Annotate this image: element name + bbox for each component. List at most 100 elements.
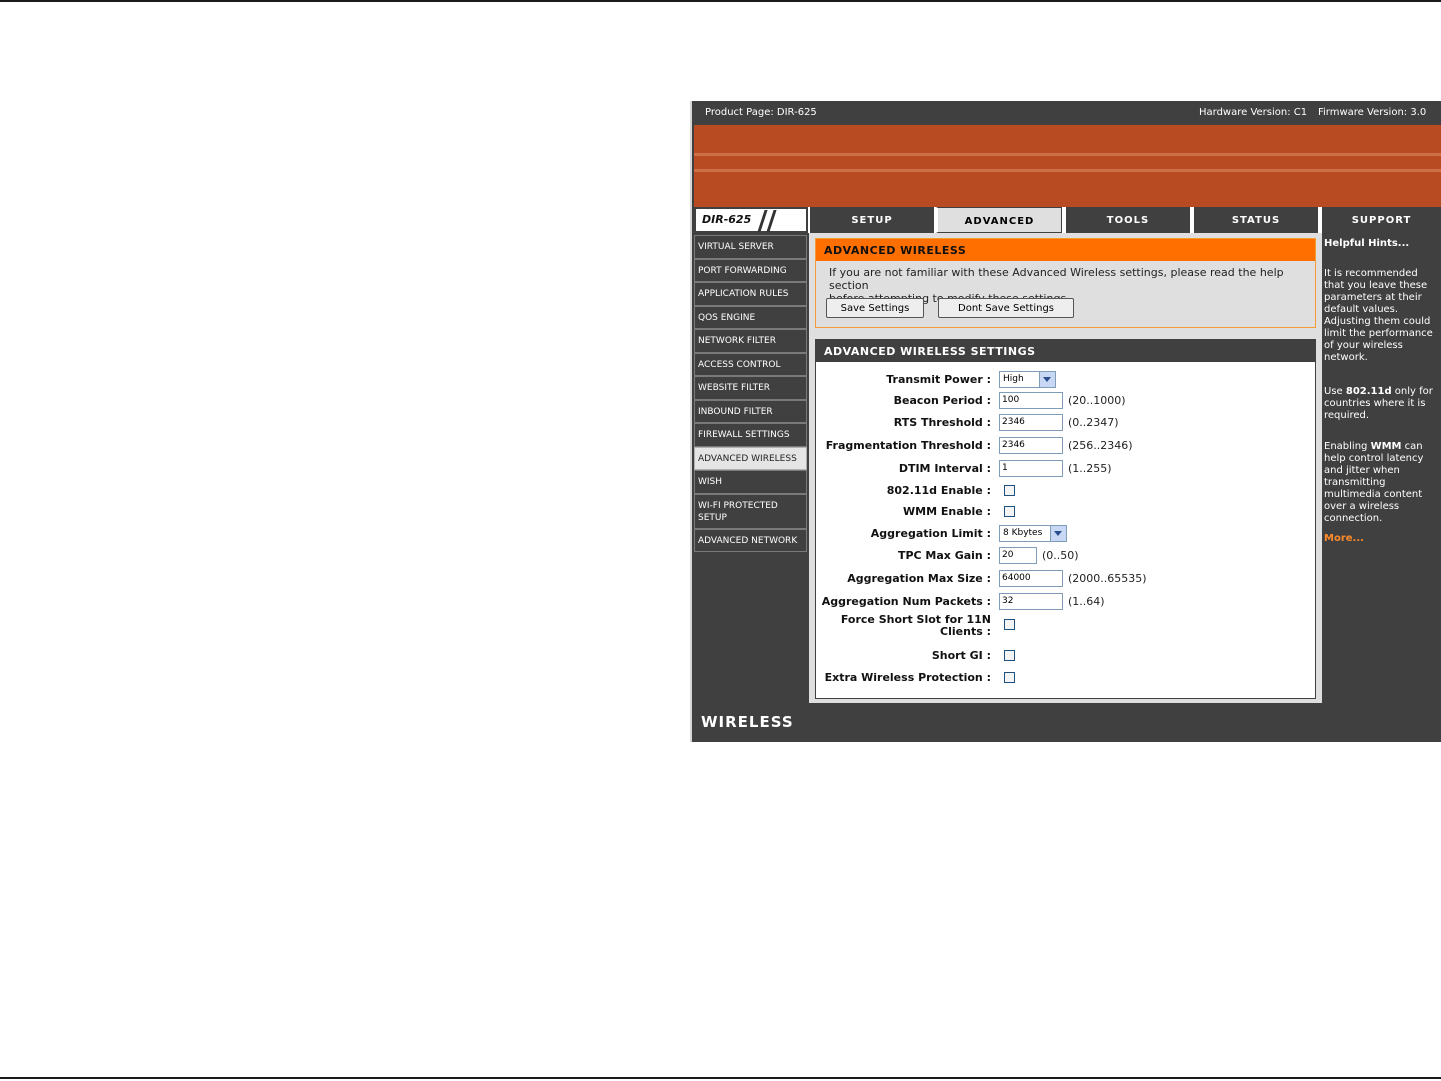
dot11d-enable-checkbox[interactable]	[1004, 485, 1015, 496]
dtim-interval-input[interactable]: 1	[999, 460, 1063, 477]
rts-threshold-input[interactable]: 2346	[999, 414, 1063, 431]
rts-threshold-label: RTS Threshold :	[893, 416, 991, 429]
dtim-interval-label: DTIM Interval :	[898, 462, 991, 475]
page-top-rule	[0, 0, 1441, 2]
main-content: ADVANCED WIRELESS If you are not familia…	[809, 233, 1322, 703]
firmware-version: Firmware Version: 3.0	[1318, 107, 1427, 118]
sidebar-item-firewall-settings[interactable]: FIREWALL SETTINGS	[694, 423, 807, 447]
settings-title: ADVANCED WIRELESS SETTINGS	[816, 340, 1315, 362]
sidebar-item-qos-engine[interactable]: QOS ENGINE	[694, 305, 807, 329]
hints-paragraph: Enabling WMM can help control latency an…	[1324, 441, 1441, 525]
transmit-power-select[interactable]: High	[999, 371, 1056, 388]
hints-keyword: WMM	[1370, 441, 1402, 452]
chevron-down-icon	[1039, 372, 1055, 387]
dot11d-enable-label: 802.11d Enable :	[886, 484, 991, 497]
dtim-interval-range: (1..255)	[1068, 462, 1112, 475]
logo-slash-icon	[766, 210, 777, 232]
tpc-max-gain-input[interactable]: 20	[999, 547, 1037, 564]
save-settings-button[interactable]: Save Settings	[826, 298, 924, 318]
transmit-power-value: High	[1003, 374, 1024, 384]
router-admin-window: Product Page: DIR-625 Hardware Version: …	[690, 101, 1441, 742]
aggregation-limit-select[interactable]: 8 Kbytes	[999, 525, 1067, 542]
sidebar-item-network-filter[interactable]: NETWORK FILTER	[694, 329, 807, 353]
force-short-slot-checkbox[interactable]	[1004, 619, 1015, 630]
fragmentation-threshold-row: Fragmentation Threshold : 2346 (256..234…	[816, 437, 1316, 455]
intro-title: ADVANCED WIRELESS	[816, 239, 1315, 261]
helpful-hints-panel: Helpful Hints... It is recommended that …	[1322, 233, 1441, 703]
hints-keyword: 802.11d	[1345, 386, 1392, 397]
hints-text: can help control latency and jitter when…	[1324, 441, 1424, 524]
tab-tools[interactable]: TOOLS	[1064, 207, 1190, 233]
tab-support[interactable]: SUPPORT	[1320, 207, 1441, 233]
tpc-max-gain-row: TPC Max Gain : 20 (0..50)	[816, 547, 1316, 565]
sidebar-item-advanced-wireless[interactable]: ADVANCED WIRELESS	[694, 446, 807, 470]
hints-text: Enabling	[1324, 441, 1371, 452]
short-gi-row: Short GI :	[816, 647, 1316, 665]
extra-wireless-protection-label: Extra Wireless Protection :	[824, 671, 991, 684]
main-nav: DIR-625 SETUP ADVANCED TOOLS STATUS SUPP…	[694, 207, 1441, 233]
aggregation-num-packets-input[interactable]: 32	[999, 593, 1063, 610]
aggregation-max-size-input[interactable]: 64000	[999, 570, 1063, 587]
short-gi-checkbox[interactable]	[1004, 650, 1015, 661]
header-banner	[694, 125, 1441, 207]
fragmentation-threshold-label: Fragmentation Threshold :	[825, 439, 991, 452]
beacon-period-input[interactable]: 100	[999, 392, 1063, 409]
beacon-period-row: Beacon Period : 100 (20..1000)	[816, 392, 1316, 410]
more-link[interactable]: More...	[1324, 533, 1364, 545]
beacon-period-range: (20..1000)	[1068, 394, 1126, 407]
dot11d-enable-row: 802.11d Enable :	[816, 482, 1316, 500]
sidebar-item-access-control[interactable]: ACCESS CONTROL	[694, 352, 807, 376]
page-bottom-rule	[0, 1077, 1441, 1079]
tab-setup[interactable]: SETUP	[808, 207, 934, 233]
sidebar: VIRTUAL SERVER PORT FORWARDING APPLICATI…	[694, 235, 809, 552]
tpc-max-gain-range: (0..50)	[1042, 549, 1079, 562]
sidebar-item-advanced-network[interactable]: ADVANCED NETWORK	[694, 528, 807, 552]
banner-stripe	[694, 169, 1441, 172]
hints-text: Use	[1324, 386, 1346, 397]
product-page-link[interactable]: Product Page: DIR-625	[705, 101, 817, 125]
model-logo: DIR-625	[694, 207, 808, 233]
footer-wireless-logo: WIRELESS	[701, 713, 794, 731]
sidebar-item-website-filter[interactable]: WEBSITE FILTER	[694, 376, 807, 400]
dont-save-settings-button[interactable]: Dont Save Settings	[938, 298, 1074, 318]
intro-panel: ADVANCED WIRELESS If you are not familia…	[815, 238, 1316, 328]
transmit-power-label: Transmit Power :	[886, 373, 991, 386]
aggregation-num-packets-range: (1..64)	[1068, 595, 1105, 608]
extra-wireless-protection-row: Extra Wireless Protection :	[816, 669, 1316, 687]
wmm-enable-checkbox[interactable]	[1004, 506, 1015, 517]
sidebar-item-wi-fi-protected-setup[interactable]: WI-FI PROTECTED SETUP	[694, 493, 807, 529]
model-logo-text: DIR-625	[702, 213, 752, 226]
sidebar-item-application-rules[interactable]: APPLICATION RULES	[694, 282, 807, 306]
aggregation-max-size-range: (2000..65535)	[1068, 572, 1147, 585]
rts-threshold-range: (0..2347)	[1068, 416, 1119, 429]
tab-advanced[interactable]: ADVANCED	[936, 207, 1062, 233]
hardware-version: Hardware Version: C1	[1199, 107, 1308, 118]
force-short-slot-row: Force Short Slot for 11N Clients :	[816, 613, 1316, 640]
rts-threshold-row: RTS Threshold : 2346 (0..2347)	[816, 414, 1316, 432]
transmit-power-row: Transmit Power : High	[816, 371, 1316, 389]
beacon-period-label: Beacon Period :	[893, 394, 991, 407]
fragmentation-threshold-input[interactable]: 2346	[999, 437, 1063, 454]
wmm-enable-label: WMM Enable :	[903, 505, 991, 518]
logo-slash-icon	[757, 210, 768, 232]
extra-wireless-protection-checkbox[interactable]	[1004, 672, 1015, 683]
aggregation-max-size-row: Aggregation Max Size : 64000 (2000..6553…	[816, 570, 1316, 588]
sidebar-item-inbound-filter[interactable]: INBOUND FILTER	[694, 399, 807, 423]
sidebar-item-port-forwarding[interactable]: PORT FORWARDING	[694, 258, 807, 282]
intro-text-line: If you are not familiar with these Advan…	[829, 266, 1284, 292]
sidebar-item-virtual-server[interactable]: VIRTUAL SERVER	[694, 235, 807, 259]
sidebar-item-wish[interactable]: WISH	[694, 470, 807, 494]
tpc-max-gain-label: TPC Max Gain :	[897, 549, 991, 562]
banner-stripe	[694, 153, 1441, 156]
short-gi-label: Short GI :	[931, 649, 991, 662]
wmm-enable-row: WMM Enable :	[816, 503, 1316, 521]
dtim-interval-row: DTIM Interval : 1 (1..255)	[816, 460, 1316, 478]
hints-title: Helpful Hints...	[1324, 238, 1410, 249]
tab-status[interactable]: STATUS	[1192, 207, 1318, 233]
aggregation-limit-row: Aggregation Limit : 8 Kbytes	[816, 525, 1316, 543]
chevron-down-icon	[1050, 526, 1066, 541]
aggregation-limit-label: Aggregation Limit :	[870, 527, 991, 540]
footer-bar: WIRELESS	[694, 703, 1441, 742]
aggregation-num-packets-row: Aggregation Num Packets : 32 (1..64)	[816, 593, 1316, 611]
force-short-slot-label: Force Short Slot for 11N Clients :	[840, 613, 991, 638]
